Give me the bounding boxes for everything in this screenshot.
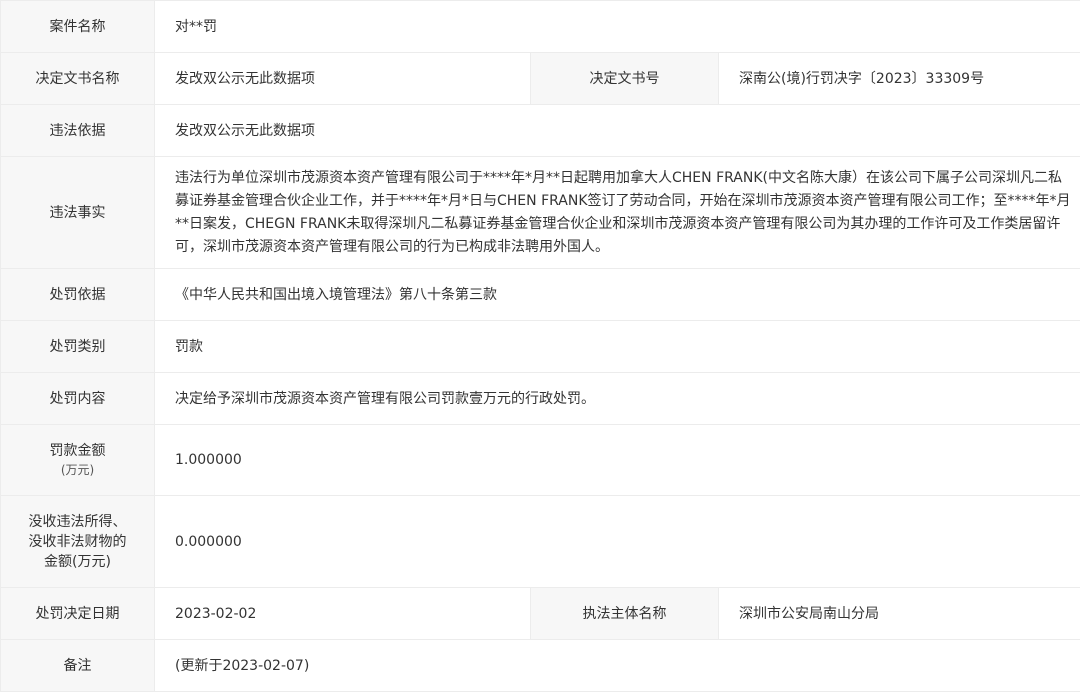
confiscation-label-cell: 没收违法所得、 没收非法财物的 金额(万元) [1,496,155,588]
decision-doc-name-label: 决定文书名称 [1,53,155,105]
fine-amount-label-cell: 罚款金额 (万元) [1,425,155,496]
decision-doc-no-label: 决定文书号 [531,53,719,105]
enforcement-body-value: 深圳市公安局南山分局 [719,588,1080,640]
decision-doc-name-value: 发改双公示无此数据项 [155,53,531,105]
remarks-value: (更新于2023-02-07) [155,640,1080,692]
row-case-name: 案件名称 对**罚 [1,1,1080,53]
penalty-content-label: 处罚内容 [1,373,155,425]
row-penalty-basis: 处罚依据 《中华人民共和国出境入境管理法》第八十条第三款 [1,269,1080,321]
confiscation-label-line-2: 没收非法财物的 [7,532,148,552]
fine-amount-unit: (万元) [7,461,148,479]
row-decision-date: 处罚决定日期 2023-02-02 执法主体名称 深圳市公安局南山分局 [1,588,1080,640]
penalty-detail-table: 案件名称 对**罚 决定文书名称 发改双公示无此数据项 决定文书号 深南公(境)… [0,0,1080,692]
row-fine-amount: 罚款金额 (万元) 1.000000 [1,425,1080,496]
confiscation-label-line-1: 没收违法所得、 [7,512,148,532]
row-remarks: 备注 (更新于2023-02-07) [1,640,1080,692]
penalty-type-value: 罚款 [155,321,1080,373]
violation-facts-value: 违法行为单位深圳市茂源资本资产管理有限公司于****年*月**日起聘用加拿大人C… [155,157,1080,269]
penalty-content-value: 决定给予深圳市茂源资本资产管理有限公司罚款壹万元的行政处罚。 [155,373,1080,425]
row-penalty-type: 处罚类别 罚款 [1,321,1080,373]
row-decision-doc: 决定文书名称 发改双公示无此数据项 决定文书号 深南公(境)行罚决字〔2023〕… [1,53,1080,105]
case-name-label: 案件名称 [1,1,155,53]
row-penalty-content: 处罚内容 决定给予深圳市茂源资本资产管理有限公司罚款壹万元的行政处罚。 [1,373,1080,425]
decision-date-label: 处罚决定日期 [1,588,155,640]
decision-doc-no-value: 深南公(境)行罚决字〔2023〕33309号 [719,53,1080,105]
penalty-basis-value: 《中华人民共和国出境入境管理法》第八十条第三款 [155,269,1080,321]
enforcement-body-label: 执法主体名称 [531,588,719,640]
row-confiscation: 没收违法所得、 没收非法财物的 金额(万元) 0.000000 [1,496,1080,588]
penalty-basis-label: 处罚依据 [1,269,155,321]
confiscation-label-line-3: 金额(万元) [7,552,148,572]
row-violation-facts: 违法事实 违法行为单位深圳市茂源资本资产管理有限公司于****年*月**日起聘用… [1,157,1080,269]
violation-basis-label: 违法依据 [1,105,155,157]
violation-facts-label: 违法事实 [1,157,155,269]
row-violation-basis: 违法依据 发改双公示无此数据项 [1,105,1080,157]
violation-basis-value: 发改双公示无此数据项 [155,105,1080,157]
fine-amount-label: 罚款金额 [7,441,148,461]
penalty-type-label: 处罚类别 [1,321,155,373]
decision-date-value: 2023-02-02 [155,588,531,640]
fine-amount-value: 1.000000 [155,425,1080,496]
case-name-value: 对**罚 [155,1,1080,53]
remarks-label: 备注 [1,640,155,692]
confiscation-value: 0.000000 [155,496,1080,588]
